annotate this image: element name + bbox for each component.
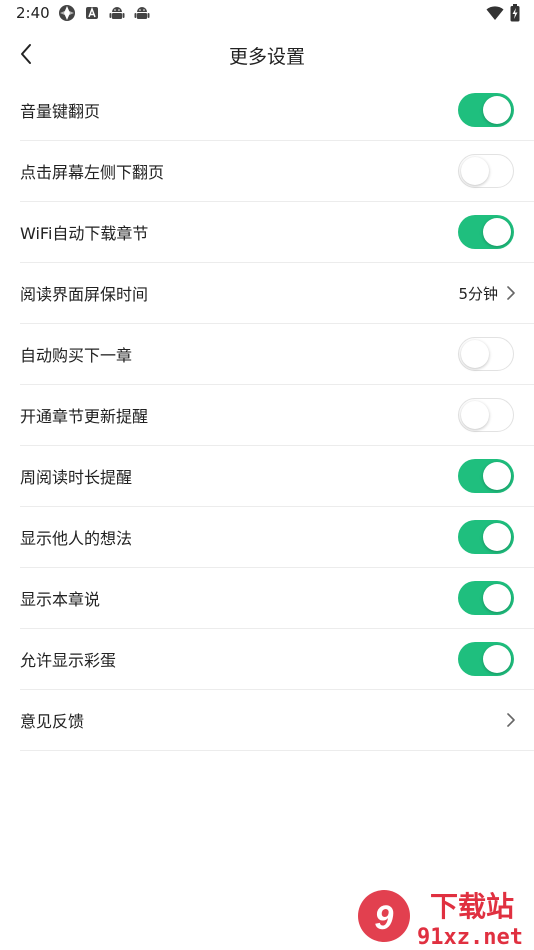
status-bar: 2:40	[0, 0, 534, 28]
feedback-link[interactable]	[506, 690, 516, 750]
volume-key-page-turn-toggle[interactable]	[458, 93, 514, 127]
chevron-right-icon	[507, 713, 515, 727]
svg-text:9: 9	[375, 899, 394, 937]
setting-row-feedback[interactable]: 意见反馈	[20, 690, 534, 751]
wifi-auto-download-toggle[interactable]	[458, 215, 514, 249]
toggle-knob	[483, 645, 511, 673]
toggle-knob	[461, 400, 489, 429]
settings-list: 音量键翻页 点击屏幕左侧下翻页 WiFi自动下载章节 阅读界面屏保时间 5分钟 …	[0, 80, 534, 751]
screensaver-time-selector[interactable]: 5分钟	[458, 263, 516, 323]
setting-row-allow-easter-eggs: 允许显示彩蛋	[20, 629, 534, 690]
setting-row-screensaver-time[interactable]: 阅读界面屏保时间 5分钟	[20, 263, 534, 324]
status-notification-icons	[58, 4, 151, 22]
chapter-update-reminder-toggle[interactable]	[458, 398, 514, 432]
android-icon	[134, 7, 150, 19]
show-chapter-comments-toggle[interactable]	[458, 581, 514, 615]
setting-label: 音量键翻页	[20, 102, 101, 121]
setting-row-tap-left-page-down: 点击屏幕左侧下翻页	[20, 141, 534, 202]
setting-row-chapter-update-reminder: 开通章节更新提醒	[20, 385, 534, 446]
android-icon	[109, 7, 125, 19]
toggle-knob	[483, 462, 511, 490]
page-title: 更多设置	[228, 46, 305, 68]
toggle-knob	[483, 218, 511, 246]
setting-row-show-chapter-comments: 显示本章说	[20, 568, 534, 629]
chevron-right-icon	[507, 286, 515, 300]
text-app-icon	[86, 6, 98, 19]
screensaver-time-value: 5分钟	[458, 284, 498, 303]
setting-label: 显示本章说	[20, 590, 101, 609]
toggle-knob	[461, 339, 489, 368]
setting-label: 意见反馈	[20, 712, 85, 731]
setting-row-auto-buy-next-chapter: 自动购买下一章	[20, 324, 534, 385]
toggle-knob	[483, 584, 511, 612]
tap-left-page-down-toggle[interactable]	[458, 154, 514, 188]
setting-row-show-others-thoughts: 显示他人的想法	[20, 507, 534, 568]
toggle-knob	[461, 156, 489, 185]
allow-easter-eggs-toggle[interactable]	[458, 642, 514, 676]
gallery-app-icon	[59, 5, 75, 21]
setting-label: 自动购买下一章	[20, 346, 133, 365]
watermark-domain: 91xz.net	[417, 925, 523, 950]
setting-label: 开通章节更新提醒	[20, 407, 149, 426]
setting-label: 显示他人的想法	[20, 529, 133, 548]
wifi-icon	[486, 6, 504, 20]
show-others-thoughts-toggle[interactable]	[458, 520, 514, 554]
status-system-icons	[486, 4, 520, 22]
auto-buy-next-chapter-toggle[interactable]	[458, 337, 514, 371]
setting-row-wifi-auto-download: WiFi自动下载章节	[20, 202, 534, 263]
header: 更多设置	[0, 28, 534, 80]
toggle-knob	[483, 96, 511, 124]
setting-label: 点击屏幕左侧下翻页	[20, 163, 165, 182]
watermark-logo: 9 下载站 91xz.net	[358, 890, 523, 950]
battery-charging-icon	[510, 4, 520, 22]
setting-label: 阅读界面屏保时间	[20, 285, 149, 304]
setting-label: 周阅读时长提醒	[20, 468, 133, 487]
setting-row-weekly-reading-reminder: 周阅读时长提醒	[20, 446, 534, 507]
toggle-knob	[483, 523, 511, 551]
setting-row-volume-key-page-turn: 音量键翻页	[20, 80, 534, 141]
weekly-reading-reminder-toggle[interactable]	[458, 459, 514, 493]
setting-label: 允许显示彩蛋	[20, 651, 117, 670]
setting-label: WiFi自动下载章节	[20, 224, 149, 243]
status-time: 2:40	[16, 4, 50, 22]
watermark-brand: 下载站	[430, 890, 514, 923]
